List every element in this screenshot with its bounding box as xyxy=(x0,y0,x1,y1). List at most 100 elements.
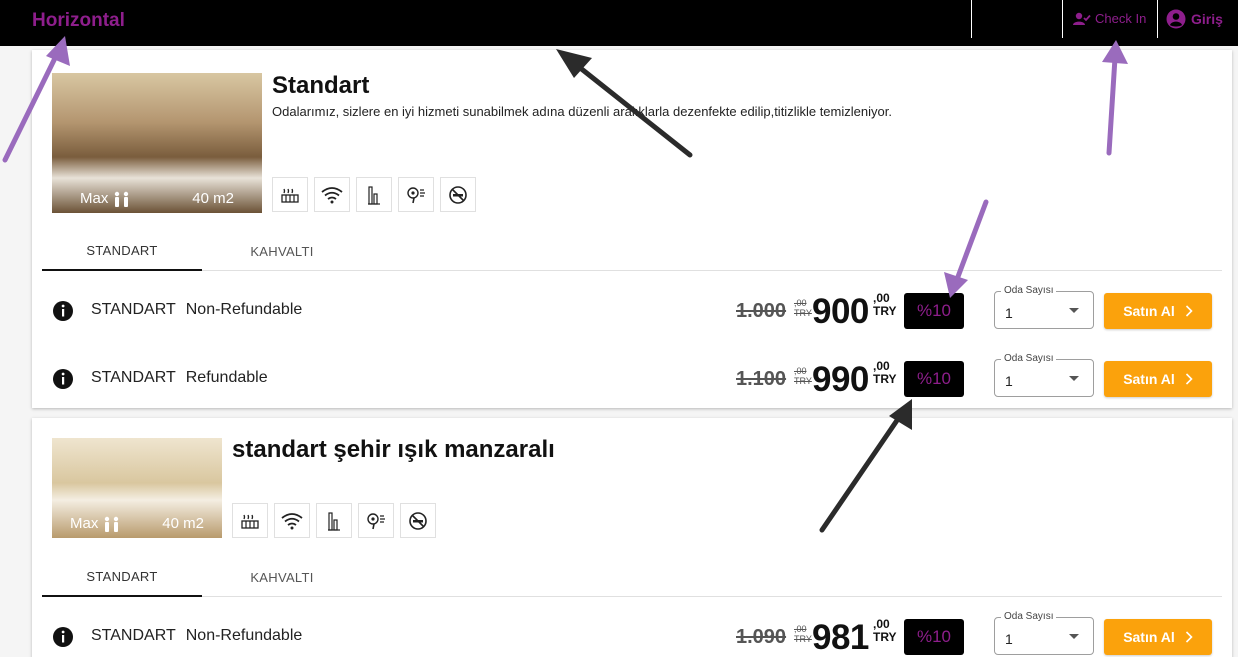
new-price: 990 xyxy=(812,360,869,399)
new-price-currency: TRY xyxy=(873,372,897,386)
buy-button[interactable]: Satın Al xyxy=(1104,361,1212,397)
amenity-minibar[interactable] xyxy=(316,503,352,538)
hairdryer-icon xyxy=(407,186,425,203)
rate-type: STANDART xyxy=(91,301,176,318)
no-smoking-icon xyxy=(409,511,427,530)
dropdown-caret-icon xyxy=(1069,634,1079,639)
rate-policy: Non-Refundable xyxy=(185,627,303,644)
amenity-no-smoking[interactable] xyxy=(400,503,436,538)
buy-label: Satın Al xyxy=(1123,303,1175,319)
buy-button[interactable]: Satın Al xyxy=(1104,619,1212,655)
new-price: 981 xyxy=(812,618,869,657)
max-occupancy: Max xyxy=(70,515,122,532)
room-area: 40 m2 xyxy=(192,190,234,207)
room-area: 40 m2 xyxy=(162,515,204,532)
amenity-hairdryer[interactable] xyxy=(398,177,434,212)
discount-badge: %10 xyxy=(904,619,964,655)
rate-row: STANDART Non-Refundable 1.000 ,00 TRY 900 … xyxy=(32,285,1232,336)
rate-policy: Non-Refundable xyxy=(185,301,303,318)
user-check-icon xyxy=(1073,12,1091,25)
room-description: Odalarımız, sizlere en iyi hizmeti sunab… xyxy=(272,104,892,119)
rate-name: STANDART Refundable xyxy=(91,369,268,387)
new-price-currency: TRY xyxy=(873,304,897,318)
new-price-cents: ,00 xyxy=(873,359,890,373)
hairdryer-icon xyxy=(367,512,385,529)
info-icon[interactable] xyxy=(52,368,74,390)
login-link[interactable]: Giriş xyxy=(1166,9,1223,29)
navbar-divider xyxy=(1062,0,1063,38)
tab-kahvalti[interactable]: KAHVALTI xyxy=(202,231,362,271)
old-price-currency: TRY xyxy=(794,634,812,644)
rate-row: STANDART Non-Refundable 1.090 ,00 TRY 981 … xyxy=(32,611,1232,657)
old-price: 1.100 xyxy=(736,368,787,390)
room-count-label: Oda Sayısı xyxy=(1001,285,1057,296)
two-persons-icon xyxy=(115,191,129,207)
amenity-list xyxy=(272,177,476,212)
old-price-currency: TRY xyxy=(794,376,812,386)
rate-type: STANDART xyxy=(91,627,176,644)
buy-button[interactable]: Satın Al xyxy=(1104,293,1212,329)
info-icon[interactable] xyxy=(52,300,74,322)
rate-row: STANDART Refundable 1.100 ,00 TRY 990 ,00 T… xyxy=(32,353,1232,404)
amenity-heating[interactable] xyxy=(272,177,308,212)
amenity-wifi[interactable] xyxy=(314,177,350,212)
old-price-cents: ,00 xyxy=(794,366,807,376)
old-price-decimal: ,00 TRY xyxy=(794,624,812,644)
amenity-no-smoking[interactable] xyxy=(440,177,476,212)
new-price-currency: TRY xyxy=(873,630,897,644)
rate-name: STANDART Non-Refundable xyxy=(91,301,302,319)
room-photo[interactable]: Max 40 m2 xyxy=(52,73,262,213)
minibar-icon xyxy=(368,185,380,205)
wifi-icon xyxy=(321,186,343,203)
buy-label: Satın Al xyxy=(1123,371,1175,387)
room-count-select[interactable]: Oda Sayısı 1 xyxy=(994,611,1094,655)
rate-name: STANDART Non-Refundable xyxy=(91,627,302,645)
check-in-label: Check In xyxy=(1095,11,1147,26)
new-price: 900 xyxy=(812,292,869,331)
tab-standart[interactable]: STANDART xyxy=(42,231,202,271)
old-price: 1.000 xyxy=(736,300,787,322)
amenity-hairdryer[interactable] xyxy=(358,503,394,538)
buy-label: Satın Al xyxy=(1123,629,1175,645)
old-price: 1.090 xyxy=(736,626,787,648)
dropdown-caret-icon xyxy=(1069,376,1079,381)
account-circle-icon xyxy=(1166,9,1186,29)
minibar-icon xyxy=(328,511,340,531)
room-count-label: Oda Sayısı xyxy=(1001,611,1057,622)
room-count-value: 1 xyxy=(1005,305,1013,321)
room-title: Standart xyxy=(272,72,370,99)
room-card: Max 40 m2 standart şehir ışık manzaralı … xyxy=(32,418,1232,657)
new-price-decimal: ,00 TRY xyxy=(873,292,897,318)
discount-badge: %10 xyxy=(904,361,964,397)
old-price-cents: ,00 xyxy=(794,298,807,308)
check-in-link[interactable]: Check In xyxy=(1073,11,1146,26)
room-count-value: 1 xyxy=(1005,631,1013,647)
old-price-decimal: ,00 TRY xyxy=(794,366,812,386)
room-count-select[interactable]: Oda Sayısı 1 xyxy=(994,353,1094,397)
heating-icon xyxy=(241,514,259,529)
tab-kahvalti[interactable]: KAHVALTI xyxy=(202,557,362,597)
top-navbar: Horizontal Check In Giriş xyxy=(0,0,1238,46)
amenity-wifi[interactable] xyxy=(274,503,310,538)
amenity-list xyxy=(232,503,436,538)
room-photo[interactable]: Max 40 m2 xyxy=(52,438,222,538)
chevron-right-icon xyxy=(1185,631,1193,643)
tab-standart[interactable]: STANDART xyxy=(42,557,202,597)
room-count-select[interactable]: Oda Sayısı 1 xyxy=(994,285,1094,329)
max-label: Max xyxy=(80,190,109,207)
old-price-currency: TRY xyxy=(794,308,812,318)
info-icon[interactable] xyxy=(52,626,74,648)
amenity-heating[interactable] xyxy=(232,503,268,538)
new-price-cents: ,00 xyxy=(873,291,890,305)
room-card: Max 40 m2 Standart Odalarımız, sizlere e… xyxy=(32,50,1232,408)
rate-type: STANDART xyxy=(91,369,176,386)
amenity-minibar[interactable] xyxy=(356,177,392,212)
old-price-decimal: ,00 TRY xyxy=(794,298,812,318)
brand-logo[interactable]: Horizontal xyxy=(32,10,125,32)
new-price-cents: ,00 xyxy=(873,617,890,631)
rate-policy: Refundable xyxy=(185,369,268,386)
room-title: standart şehir ışık manzaralı xyxy=(232,436,555,463)
wifi-icon xyxy=(281,512,303,529)
chevron-right-icon xyxy=(1185,305,1193,317)
new-price-decimal: ,00 TRY xyxy=(873,618,897,644)
